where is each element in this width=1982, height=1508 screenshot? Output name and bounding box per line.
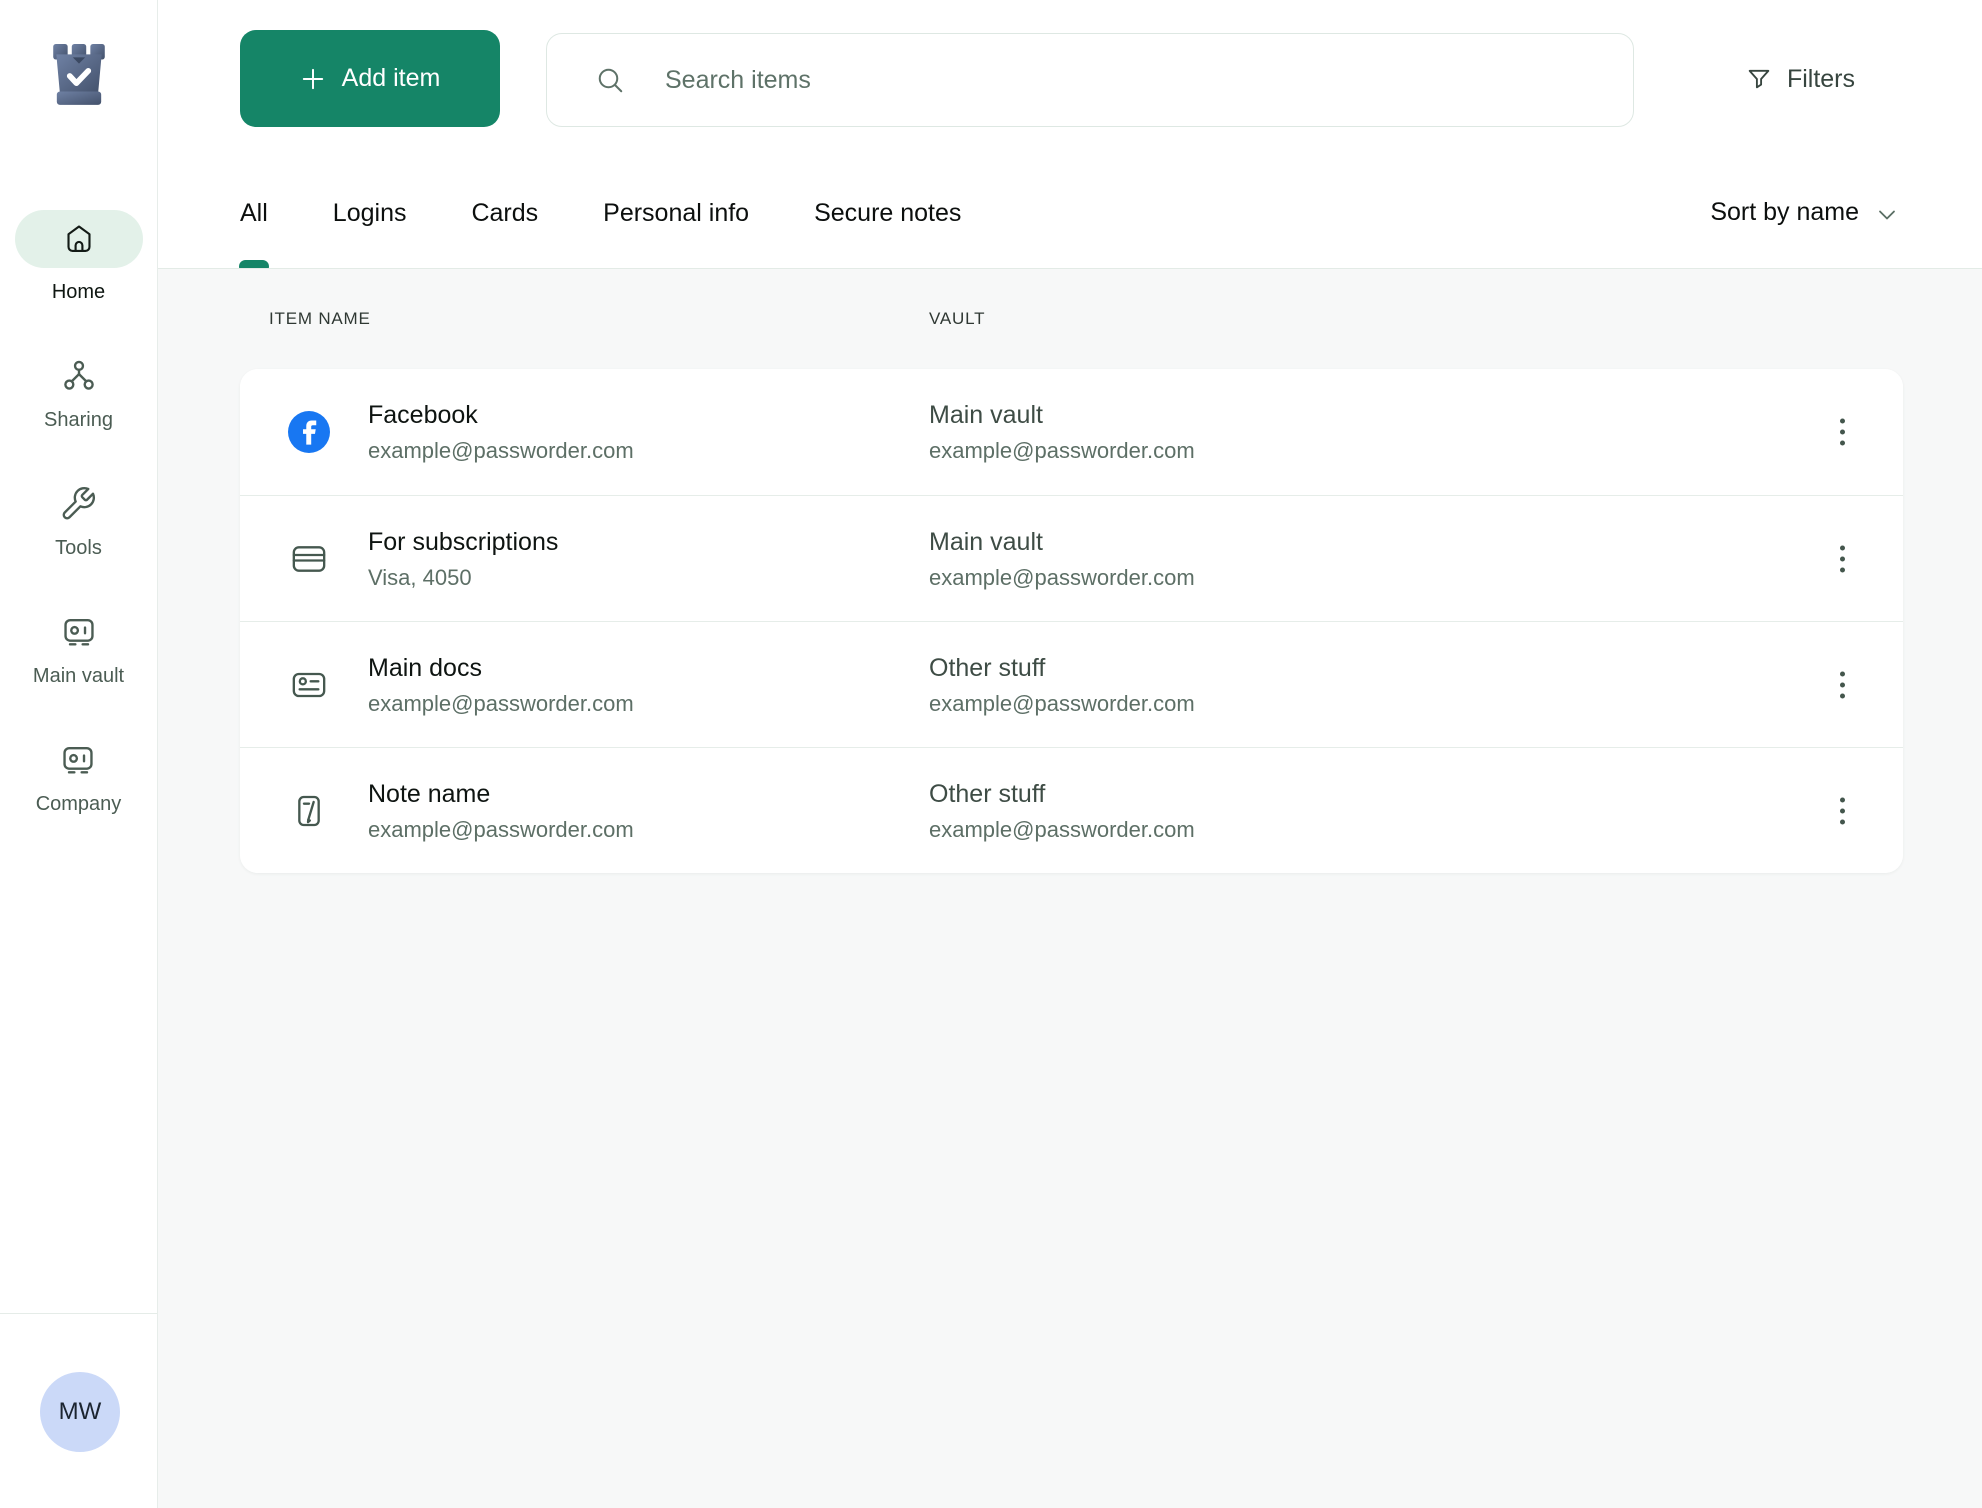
chevron-down-icon: [1879, 210, 1895, 219]
item-name: For subscriptions: [368, 527, 559, 556]
filters-label: Filters: [1786, 64, 1855, 93]
item-subtitle: example@passworder.com: [368, 816, 634, 842]
item-vault: Main vault: [929, 527, 1043, 556]
tab-logins[interactable]: Logins: [333, 197, 407, 229]
item-row-facebook[interactable]: Facebook example@passworder.com Main vau…: [240, 369, 1903, 495]
wrench-icon: [63, 487, 96, 520]
safe-icon: [63, 746, 94, 774]
add-item-button[interactable]: Add item: [240, 30, 500, 127]
item-name: Main docs: [368, 653, 482, 682]
sidebar-item-label: Sharing: [44, 409, 113, 431]
item-subtitle: example@passworder.com: [368, 438, 634, 463]
sidebar-item-label: Company: [35, 793, 122, 815]
sort-dropdown[interactable]: Sort by name: [1710, 198, 1899, 227]
sort-label: Sort by name: [1710, 198, 1859, 226]
item-name: Note name: [368, 779, 491, 808]
item-subtitle: Visa, 4050: [368, 564, 472, 590]
sidebar-item-tools[interactable]: Tools: [55, 484, 102, 560]
item-subtitle: example@passworder.com: [368, 690, 634, 716]
tab-cards[interactable]: Cards: [471, 197, 538, 229]
row-menu-button[interactable]: [1830, 409, 1855, 456]
items-list: Facebook example@passworder.com Main vau…: [240, 369, 1903, 873]
filter-funnel-icon: [1748, 69, 1770, 89]
sidebar-nav: Home Sharing Tools Main vault Company: [0, 210, 157, 816]
search-icon: [598, 68, 623, 93]
note-icon: [298, 795, 320, 826]
tab-personal-info[interactable]: Personal info: [603, 197, 749, 229]
plus-icon: [302, 68, 323, 89]
id-card-icon: [292, 672, 326, 697]
sidebar-item-company[interactable]: Company: [35, 740, 122, 816]
column-header-vault: VAULT: [929, 309, 986, 328]
item-row-for-subscriptions[interactable]: For subscriptions Visa, 4050 Main vault …: [240, 495, 1903, 621]
tab-secure-notes[interactable]: Secure notes: [814, 197, 961, 229]
castle-logo-icon[interactable]: [50, 44, 108, 110]
row-menu-button[interactable]: [1830, 535, 1855, 582]
sidebar-item-label: Main vault: [32, 665, 125, 687]
sidebar-item-sharing[interactable]: Sharing: [44, 356, 113, 432]
main-area: Add item Filters All Logins Cards Person…: [158, 0, 1982, 1508]
search-input[interactable]: [665, 65, 1633, 95]
item-vault-subtitle: example@passworder.com: [929, 438, 1195, 463]
sidebar-item-home[interactable]: Home: [14, 210, 143, 304]
sidebar-divider: [0, 1313, 157, 1314]
item-row-note-name[interactable]: Note name example@passworder.com Other s…: [240, 747, 1903, 873]
item-vault: Main vault: [929, 401, 1043, 429]
search-box[interactable]: [546, 33, 1634, 127]
tab-all[interactable]: All: [240, 197, 268, 229]
filters-button[interactable]: Filters: [1745, 50, 1855, 108]
tabs-row: All Logins Cards Personal info Secure no…: [240, 197, 1899, 229]
credit-card-icon: [292, 545, 326, 572]
category-tabs: All Logins Cards Personal info Secure no…: [240, 197, 961, 229]
sidebar-item-label: Tools: [55, 537, 102, 559]
sidebar-item-label: Home: [51, 281, 106, 303]
row-menu-button[interactable]: [1830, 787, 1855, 834]
sidebar-item-main-vault[interactable]: Main vault: [33, 612, 124, 688]
item-vault-subtitle: example@passworder.com: [929, 816, 1195, 842]
row-menu-button[interactable]: [1830, 661, 1855, 708]
item-row-main-docs[interactable]: Main docs example@passworder.com Other s…: [240, 621, 1903, 747]
home-pill: [14, 210, 143, 268]
facebook-icon: [288, 411, 330, 453]
item-vault: Other stuff: [929, 779, 1046, 808]
item-vault-subtitle: example@passworder.com: [929, 690, 1195, 716]
user-avatar[interactable]: MW: [40, 1372, 120, 1452]
column-header-item-name: ITEM NAME: [269, 309, 371, 328]
items-content: ITEM NAME VAULT Facebook example@passwor…: [158, 268, 1982, 1508]
home-icon: [66, 225, 91, 252]
safe-icon: [63, 618, 94, 646]
share-icon: [63, 360, 94, 390]
item-name: Facebook: [368, 401, 478, 429]
item-vault: Other stuff: [929, 653, 1046, 682]
sidebar: Home Sharing Tools Main vault Company MW: [0, 0, 158, 1508]
add-item-label: Add item: [341, 64, 441, 92]
item-vault-subtitle: example@passworder.com: [929, 564, 1195, 590]
app-window: Home Sharing Tools Main vault Company MW…: [0, 0, 1982, 1508]
